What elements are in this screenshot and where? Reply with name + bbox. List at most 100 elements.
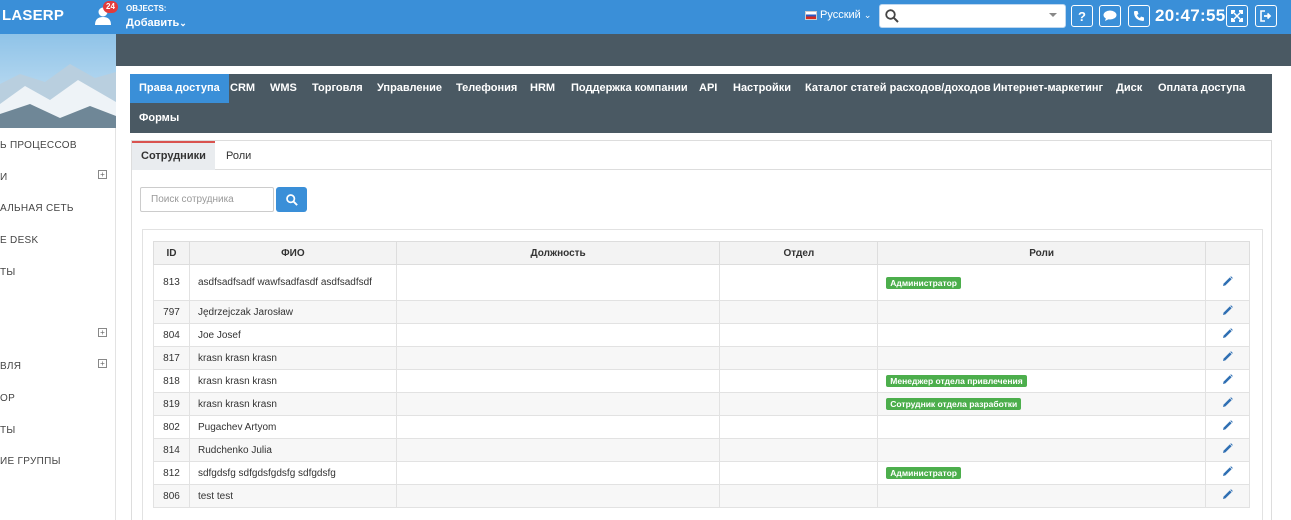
- cell-name: Jędrzejczak Jarosław: [188, 300, 397, 324]
- cell-position: [395, 264, 721, 301]
- cell-roles: [877, 346, 1206, 370]
- tab-forms[interactable]: Формы: [130, 104, 188, 133]
- table-row[interactable]: 817 krasn krasn krasn: [153, 346, 1250, 370]
- cell-department: [719, 264, 879, 301]
- table-row[interactable]: 806 test test: [153, 484, 1250, 508]
- column-header-name[interactable]: ФИО: [188, 241, 397, 265]
- search-icon: [285, 193, 298, 206]
- table-row[interactable]: 804 Joe Josef: [153, 323, 1250, 347]
- column-header-department[interactable]: Отдел: [719, 241, 879, 265]
- help-button[interactable]: ?: [1071, 5, 1093, 27]
- search-icon: [885, 9, 899, 23]
- edit-pencil-icon[interactable]: [1222, 351, 1233, 362]
- tab-telephony[interactable]: Телефония: [447, 74, 526, 103]
- edit-pencil-icon[interactable]: [1222, 305, 1233, 316]
- tab-employees[interactable]: Сотрудники: [132, 141, 215, 170]
- tab-hrm[interactable]: HRM: [521, 74, 564, 103]
- sidebar-item-service-desk[interactable]: E DESK: [0, 235, 38, 246]
- table-row[interactable]: 802 Pugachev Artyom: [153, 415, 1250, 439]
- sidebar-item-groups[interactable]: ИЕ ГРУППЫ: [0, 456, 61, 467]
- global-search-select[interactable]: [879, 4, 1066, 28]
- sidebar-item-9[interactable]: ТЫ: [0, 425, 16, 436]
- cell-department: [719, 415, 879, 439]
- role-badge: Сотрудник отдела разработки: [886, 398, 1022, 410]
- logout-button[interactable]: [1255, 5, 1277, 27]
- edit-pencil-icon[interactable]: [1222, 397, 1233, 408]
- app-logo[interactable]: LASERP: [2, 7, 64, 24]
- cell-roles: [877, 415, 1206, 439]
- sidebar-item-5[interactable]: ТЫ: [0, 267, 16, 278]
- tab-trade[interactable]: Торговля: [303, 74, 372, 103]
- cell-roles: Менеджер отдела привлечения: [877, 369, 1206, 393]
- cell-id: 813: [153, 264, 190, 301]
- cell-actions: [1205, 264, 1250, 301]
- sidebar-item-2[interactable]: И: [0, 172, 8, 183]
- edit-pencil-icon[interactable]: [1222, 466, 1233, 477]
- cell-position: [395, 300, 721, 324]
- cell-name: sdfgdsfg sdfgdsfgdsfg sdfgdsfg: [188, 461, 397, 485]
- sidebar-item-8[interactable]: ОР: [0, 393, 15, 404]
- tab-internet-marketing[interactable]: Интернет-маркетинг: [984, 74, 1112, 103]
- table-row[interactable]: 797 Jędrzejczak Jarosław: [153, 300, 1250, 324]
- table-row[interactable]: 813 asdfsadfsadf wawfsadfasdf asdfsadfsdf…: [153, 264, 1250, 301]
- sidebar-item-processes[interactable]: Ь ПРОЦЕССОВ: [0, 140, 77, 151]
- cell-id: 812: [153, 461, 190, 485]
- tab-api[interactable]: API: [690, 74, 726, 103]
- expand-icon[interactable]: +: [98, 328, 107, 337]
- cell-id: 802: [153, 415, 190, 439]
- tab-access-rights[interactable]: Права доступа: [130, 74, 229, 103]
- language-selector[interactable]: Русский ⌄: [805, 9, 871, 21]
- cell-department: [719, 300, 879, 324]
- clock: 20:47:55: [1155, 6, 1226, 25]
- tab-access-payment[interactable]: Оплата доступа: [1149, 74, 1254, 103]
- tab-disk[interactable]: Диск: [1107, 74, 1151, 103]
- sidebar-banner-image: [0, 34, 116, 128]
- employee-search-button[interactable]: [276, 187, 307, 212]
- table-row[interactable]: 814 Rudchenko Julia: [153, 438, 1250, 462]
- column-header-id[interactable]: ID: [153, 241, 190, 265]
- edit-pencil-icon[interactable]: [1222, 328, 1233, 339]
- tab-company-support[interactable]: Поддержка компании: [562, 74, 697, 103]
- table-row[interactable]: 812 sdfgdsfg sdfgdsfgdsfg sdfgdsfg Админис…: [153, 461, 1250, 485]
- cell-id: 797: [153, 300, 190, 324]
- fullscreen-button[interactable]: [1226, 5, 1248, 27]
- chat-button[interactable]: [1099, 5, 1121, 27]
- cell-roles: [877, 323, 1206, 347]
- cell-position: [395, 346, 721, 370]
- cell-department: [719, 346, 879, 370]
- tab-roles[interactable]: Роли: [217, 141, 260, 170]
- column-header-roles[interactable]: Роли: [877, 241, 1206, 265]
- sidebar-item-social-network[interactable]: АЛЬНАЯ СЕТЬ: [0, 203, 74, 214]
- edit-pencil-icon[interactable]: [1222, 275, 1233, 287]
- tab-wms[interactable]: WMS: [261, 74, 306, 103]
- tab-crm[interactable]: CRM: [221, 74, 264, 103]
- cell-roles: Администратор: [877, 461, 1206, 485]
- expand-icon[interactable]: +: [98, 359, 107, 368]
- fullscreen-icon: [1231, 10, 1243, 22]
- cell-department: [719, 484, 879, 508]
- edit-pencil-icon[interactable]: [1222, 420, 1233, 431]
- employee-search-input[interactable]: Поиск сотрудника: [140, 187, 274, 212]
- role-badge: Администратор: [886, 467, 961, 479]
- edit-pencil-icon[interactable]: [1222, 374, 1233, 385]
- cell-name: test test: [188, 484, 397, 508]
- tab-management[interactable]: Управление: [368, 74, 451, 103]
- edit-pencil-icon[interactable]: [1222, 443, 1233, 454]
- edit-pencil-icon[interactable]: [1222, 489, 1233, 500]
- expand-icon[interactable]: +: [98, 170, 107, 179]
- objects-add-dropdown[interactable]: Добавить⌄: [126, 17, 187, 29]
- table-row[interactable]: 818 krasn krasn krasn Менеджер отдела прив…: [153, 369, 1250, 393]
- cell-department: [719, 438, 879, 462]
- tab-settings[interactable]: Настройки: [724, 74, 800, 103]
- column-header-position[interactable]: Должность: [395, 241, 721, 265]
- page-header-strip: [116, 34, 1291, 66]
- cell-roles: [877, 438, 1206, 462]
- tab-expense-catalog[interactable]: Каталог статей расходов/доходов: [796, 74, 1000, 103]
- table-row[interactable]: 819 krasn krasn krasn Сотрудник отдела раз…: [153, 392, 1250, 416]
- role-badge: Администратор: [886, 276, 961, 289]
- phone-icon: [1134, 11, 1144, 21]
- cell-id: 806: [153, 484, 190, 508]
- sidebar-item-management[interactable]: ВЛЯ: [0, 361, 21, 372]
- phone-button[interactable]: [1128, 5, 1150, 27]
- cell-id: 804: [153, 323, 190, 347]
